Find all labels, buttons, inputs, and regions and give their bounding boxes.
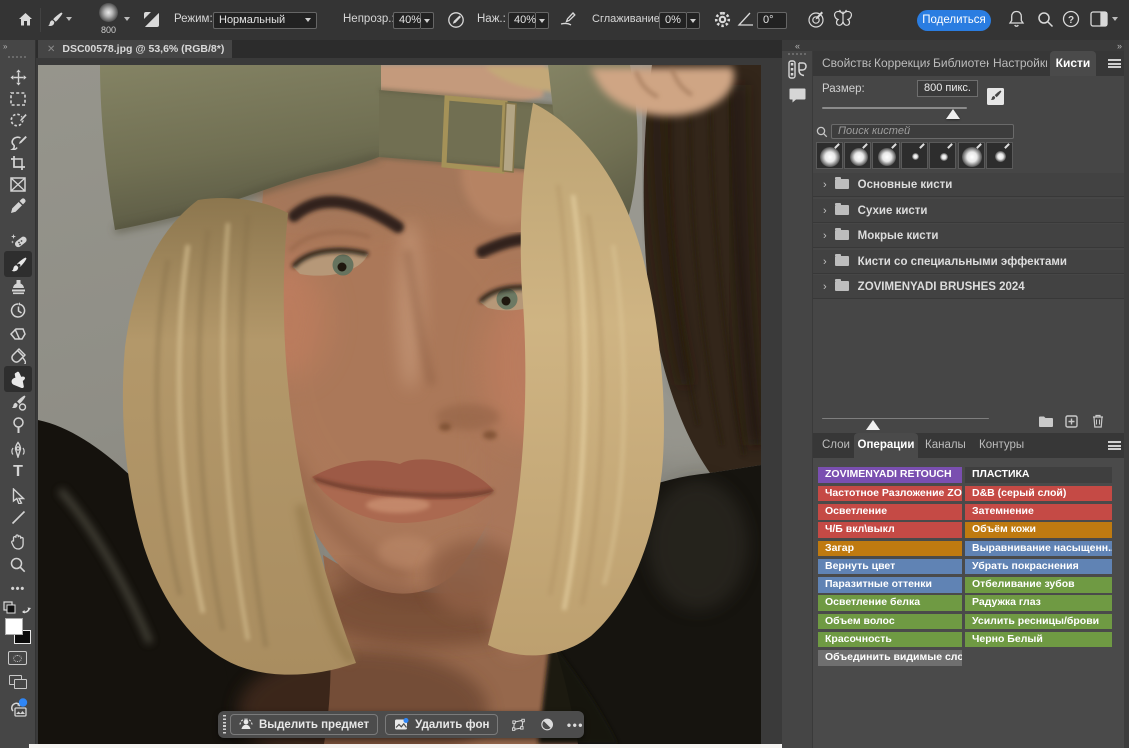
svg-text:?: ? xyxy=(1068,15,1074,26)
